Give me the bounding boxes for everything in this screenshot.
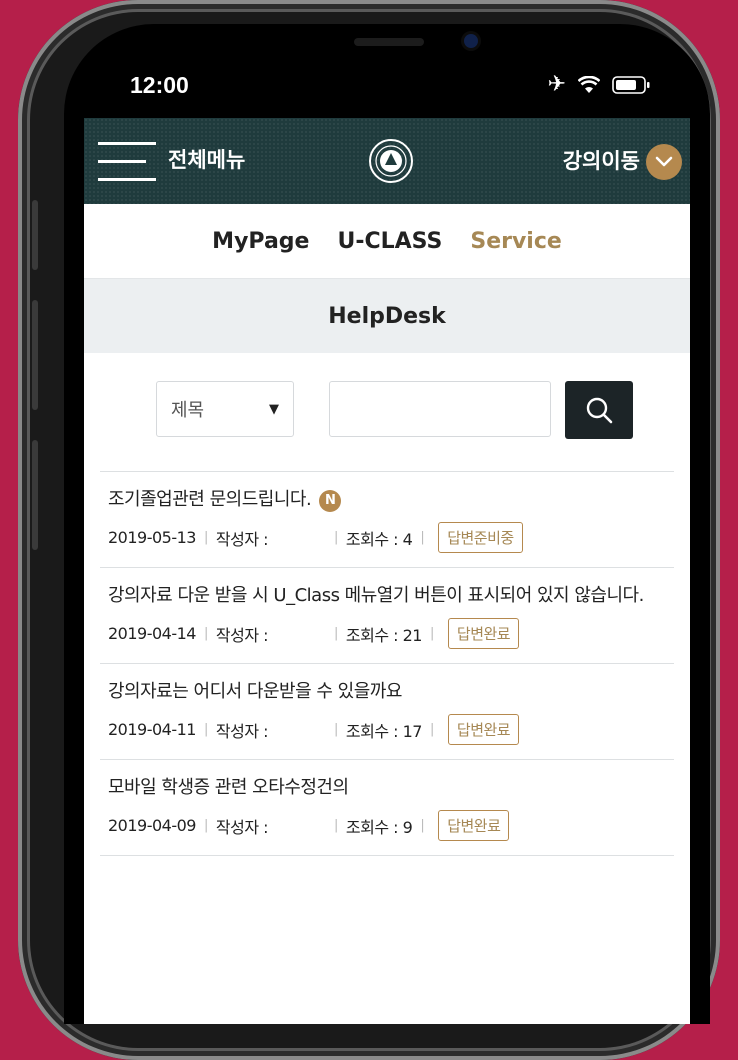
post-item[interactable]: 조기졸업관련 문의드립니다. N 2019-05-13 | 작성자 : | 조회수 :… (100, 472, 674, 568)
caret-down-icon: ▼ (269, 401, 279, 417)
post-views: 조회수 : 21 (345, 625, 423, 645)
course-move-dropdown-button[interactable] (646, 144, 682, 180)
volume-up-button (32, 300, 38, 410)
post-views: 조회수 : 4 (345, 529, 413, 549)
volume-down-button (32, 440, 38, 550)
battery-icon (612, 76, 650, 94)
all-menu-label[interactable]: 전체메뉴 (168, 144, 245, 174)
search-type-select[interactable]: 제목 ▼ (156, 381, 294, 437)
wifi-icon (578, 76, 600, 94)
post-date: 2019-05-13 (108, 528, 196, 547)
post-author-label: 작성자 : (215, 625, 269, 645)
post-item[interactable]: 강의자료는 어디서 다운받을 수 있을까요 2019-04-11 | 작성자 : |… (100, 664, 674, 760)
search-icon (586, 397, 613, 424)
post-views: 조회수 : 9 (345, 817, 413, 837)
search-input[interactable] (329, 381, 551, 437)
status-badge: 답변완료 (447, 618, 520, 649)
tab-service[interactable]: Service (470, 229, 561, 254)
post-meta: 2019-04-11 | 작성자 : | 조회수 : 17 | 답변완료 (108, 714, 666, 745)
airplane-mode-icon: ✈ (547, 72, 566, 97)
university-seal-logo[interactable] (368, 138, 414, 184)
hamburger-menu-icon[interactable] (98, 142, 156, 182)
speaker (354, 38, 424, 46)
nav-tabs: MyPage U-CLASS Service (84, 204, 690, 279)
course-move-label[interactable]: 강의이동 (563, 145, 640, 175)
search-type-value: 제목 (171, 400, 205, 421)
post-item[interactable]: 강의자료 다운 받을 시 U_Class 메뉴열기 버튼이 표시되어 있지 않습… (100, 568, 674, 664)
phone-frame: 12:00 ✈ 전체메뉴 강의이동 MyPage U-CLASS Service… (18, 0, 720, 1060)
post-title[interactable]: 조기졸업관련 문의드립니다. N (108, 486, 666, 514)
post-item[interactable]: 모바일 학생증 관련 오타수정건의 2019-04-09 | 작성자 : | 조회수… (100, 760, 674, 856)
status-badge: 답변완료 (438, 810, 510, 841)
search-bar: 제목 ▼ (100, 353, 674, 472)
app-content: 전체메뉴 강의이동 MyPage U-CLASS Service HelpDes… (84, 118, 690, 1024)
post-author-label: 작성자 : (215, 817, 269, 837)
status-icons: ✈ (548, 74, 650, 96)
status-time: 12:00 (130, 72, 189, 98)
post-author-label: 작성자 : (215, 721, 269, 741)
status-badge: 답변완료 (447, 714, 520, 745)
post-meta: 2019-04-09 | 작성자 : | 조회수 : 9 | 답변완료 (108, 810, 666, 841)
status-badge: 답변준비중 (438, 522, 523, 553)
post-date: 2019-04-11 (108, 720, 196, 739)
post-author-label: 작성자 : (215, 529, 269, 549)
post-meta: 2019-05-13 | 작성자 : | 조회수 : 4 | 답변준비중 (108, 522, 666, 553)
post-title[interactable]: 모바일 학생증 관련 오타수정건의 (108, 774, 666, 802)
post-meta: 2019-04-14 | 작성자 : | 조회수 : 21 | 답변완료 (108, 618, 666, 649)
search-button[interactable] (565, 381, 633, 439)
mute-switch (32, 200, 38, 270)
post-views: 조회수 : 17 (345, 721, 423, 741)
chevron-down-icon (655, 156, 673, 167)
post-date: 2019-04-09 (108, 816, 196, 835)
tab-uclass[interactable]: U-CLASS (337, 229, 442, 254)
tab-mypage[interactable]: MyPage (212, 229, 309, 254)
post-date: 2019-04-14 (108, 624, 196, 643)
post-title[interactable]: 강의자료 다운 받을 시 U_Class 메뉴열기 버튼이 표시되어 있지 않습… (108, 582, 666, 610)
new-badge: N (319, 490, 342, 512)
top-bar: 전체메뉴 강의이동 (84, 118, 690, 204)
post-list: 조기졸업관련 문의드립니다. N 2019-05-13 | 작성자 : | 조회수 :… (100, 472, 674, 856)
phone-screen: 12:00 ✈ 전체메뉴 강의이동 MyPage U-CLASS Service… (64, 24, 710, 1024)
page-title: HelpDesk (84, 279, 690, 353)
notch (214, 24, 560, 70)
camera (464, 34, 478, 48)
post-title[interactable]: 강의자료는 어디서 다운받을 수 있을까요 (108, 678, 666, 706)
